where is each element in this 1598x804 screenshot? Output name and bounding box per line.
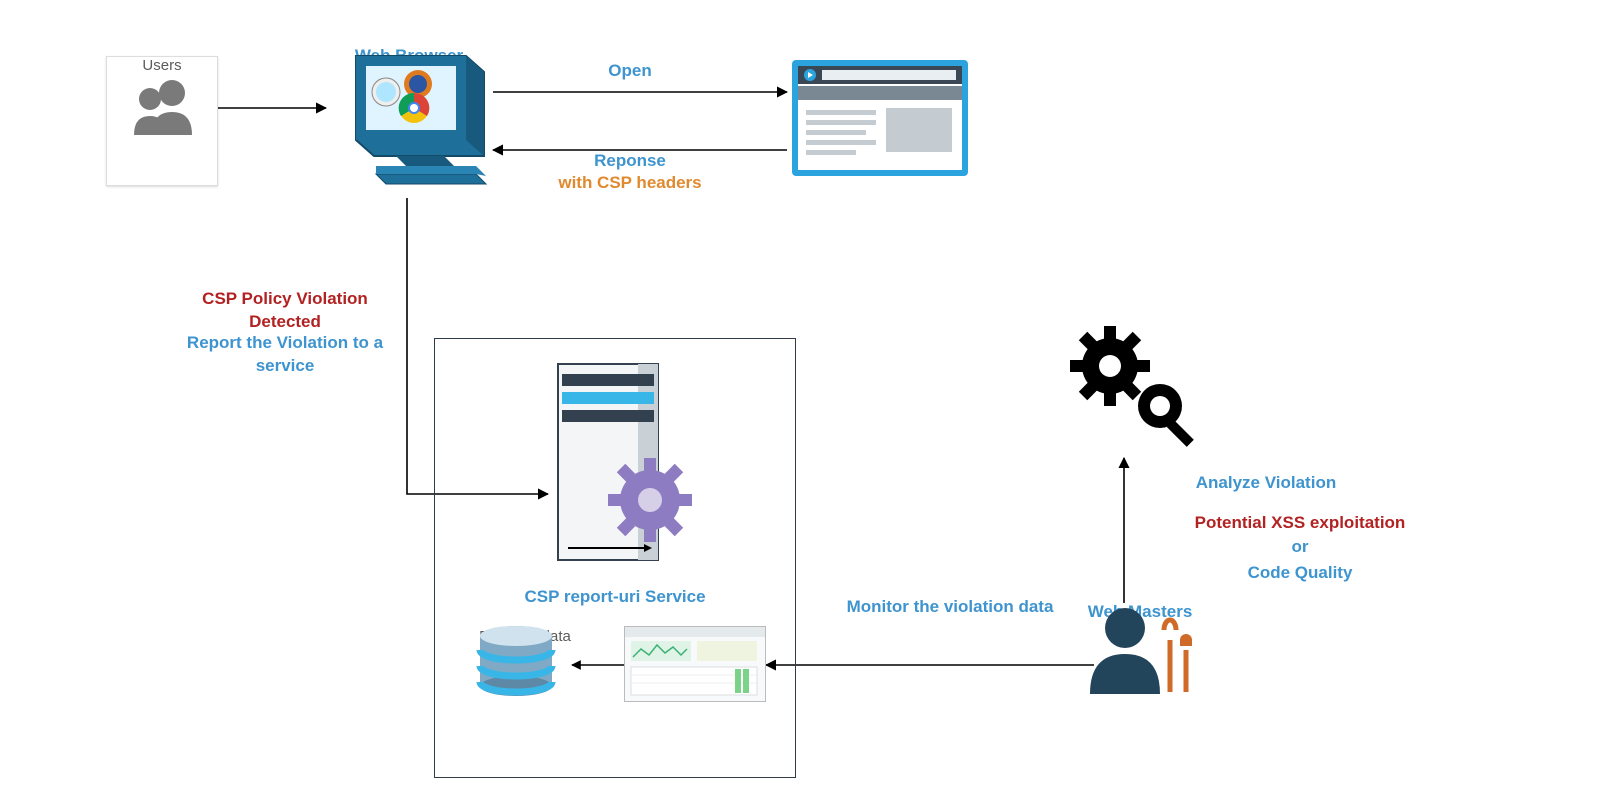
diagram-canvas: Users Web Browser bbox=[0, 0, 1598, 804]
ui-node: UI to display and Query bbox=[624, 626, 774, 664]
webpages-node: Web pages with CSP bbox=[790, 58, 976, 208]
open-label: Open bbox=[590, 60, 670, 83]
server-gear-icon bbox=[548, 360, 708, 570]
db-node: DB store data bbox=[470, 624, 580, 645]
violation-label-1: CSP Policy Violation Detected bbox=[170, 288, 400, 334]
webmasters-node: Web Masters bbox=[1070, 600, 1210, 622]
database-icon bbox=[470, 624, 562, 702]
users-icon bbox=[107, 57, 217, 153]
xss-label-3: Code Quality bbox=[1220, 562, 1380, 585]
xss-label-2: or bbox=[1240, 536, 1360, 559]
webpage-icon bbox=[790, 58, 970, 178]
webmaster-icon bbox=[1070, 600, 1200, 696]
xss-label-1: Potential XSS exploitation bbox=[1160, 512, 1440, 535]
violation-label-2: Report the Violation to a service bbox=[160, 332, 410, 378]
response-label-1: Reponse bbox=[560, 150, 700, 173]
computer-browser-icon bbox=[326, 46, 492, 196]
browser-node: Web Browser bbox=[326, 46, 492, 216]
response-label-2: with CSP headers bbox=[530, 172, 730, 195]
monitor-label: Monitor the violation data bbox=[820, 596, 1080, 619]
service-server bbox=[548, 360, 708, 570]
users-node: Users bbox=[106, 56, 218, 186]
dashboard-icon bbox=[624, 626, 766, 702]
service-label: CSP report-uri Service bbox=[500, 586, 730, 609]
analyze-label: Analyze Violation bbox=[1166, 472, 1366, 495]
gears-magnify-icon bbox=[1060, 320, 1210, 460]
